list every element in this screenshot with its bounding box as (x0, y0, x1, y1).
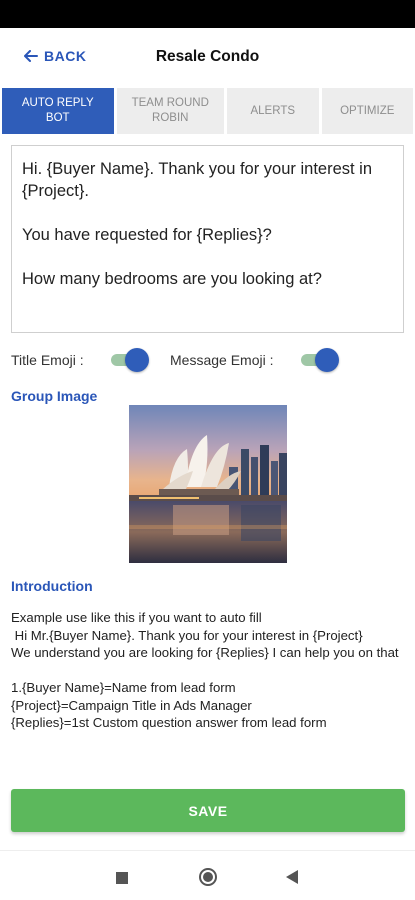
save-button[interactable]: SAVE (11, 789, 405, 832)
system-nav-bar (0, 850, 415, 900)
circle-icon (199, 868, 217, 886)
marina-bay-skyline-photo-icon (129, 405, 287, 563)
group-image[interactable] (129, 405, 287, 563)
message-emoji-label: Message Emoji : (170, 352, 274, 368)
square-icon (116, 872, 128, 884)
tab-team-round-robin[interactable]: TEAM ROUND ROBIN (116, 88, 224, 134)
introduction-label: Introduction (11, 578, 93, 594)
title-emoji-label: Title Emoji : (11, 352, 84, 368)
intro-line: 1.{Buyer Name}=Name from lead form (11, 680, 236, 695)
introduction-text: Example use like this if you want to aut… (11, 609, 406, 732)
header: BACK Resale Condo (0, 28, 415, 86)
tab-optimize[interactable]: OPTIMIZE (321, 88, 413, 134)
page-title: Resale Condo (155, 48, 260, 65)
tab-auto-reply-bot[interactable]: AUTO REPLY BOT (2, 88, 114, 134)
triangle-back-icon (286, 870, 298, 884)
message-line: Hi. {Buyer Name}. Thank you for your int… (22, 160, 377, 200)
intro-line: Hi Mr.{Buyer Name}. Thank you for your i… (11, 627, 363, 643)
title-emoji-toggle[interactable] (111, 348, 149, 372)
message-emoji-toggle[interactable] (301, 348, 339, 372)
message-line: How many bedrooms are you looking at? (22, 270, 322, 288)
group-image-label: Group Image (11, 388, 98, 404)
message-line: You have requested for {Replies}? (22, 226, 272, 244)
nav-back-button[interactable] (286, 870, 299, 889)
intro-line: We understand you are looking for {Repli… (11, 645, 399, 660)
intro-line: {Replies}=1st Custom question answer fro… (11, 715, 327, 730)
home-button[interactable] (198, 867, 218, 892)
tab-bar: AUTO REPLY BOT TEAM ROUND ROBIN ALERTS O… (2, 88, 413, 134)
status-bar (0, 0, 415, 28)
tab-alerts[interactable]: ALERTS (227, 88, 319, 134)
emoji-toggles-row: Title Emoji : Message Emoji : (11, 347, 404, 373)
recents-button[interactable] (116, 871, 128, 889)
intro-line: {Project}=Campaign Title in Ads Manager (11, 697, 252, 713)
message-textarea[interactable]: Hi. {Buyer Name}. Thank you for your int… (11, 145, 404, 333)
toggle-knob (125, 348, 149, 372)
intro-line: Example use like this if you want to aut… (11, 610, 262, 625)
toggle-knob (315, 348, 339, 372)
